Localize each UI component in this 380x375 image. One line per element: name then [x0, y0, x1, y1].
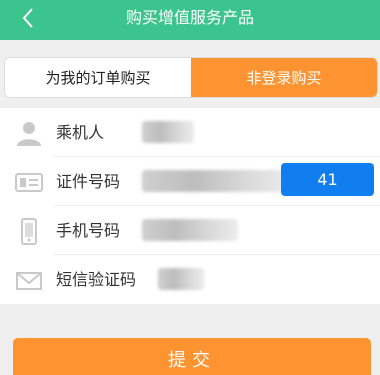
passenger-row[interactable]: 乘机人: [0, 108, 380, 157]
phone-label: 手机号码: [56, 221, 121, 240]
submit-button[interactable]: 提交: [13, 338, 371, 375]
id-number-label: 证件号码: [56, 172, 121, 191]
phone-row[interactable]: 手机号码: [0, 206, 380, 255]
id-number-value-redacted[interactable]: [142, 170, 290, 192]
purchase-form: 乘机人 证件号码 手机号码 短信验证码: [0, 108, 380, 304]
purchase-mode-tabs: 为我的订单购买 非登录购买: [4, 57, 378, 98]
passenger-value-redacted[interactable]: [142, 121, 194, 143]
phone-value-redacted[interactable]: [142, 219, 238, 241]
page-title: 购买增值服务产品: [125, 8, 254, 27]
envelope-icon: [16, 272, 42, 290]
passenger-label: 乘机人: [56, 123, 105, 142]
tab-buy-without-login[interactable]: 非登录购买: [191, 58, 377, 97]
sms-code-value-redacted[interactable]: [158, 268, 204, 290]
top-bar: 购买增值服务产品: [0, 0, 380, 40]
mobile-phone-icon: [21, 218, 37, 245]
sms-code-row[interactable]: 短信验证码: [0, 255, 380, 304]
sms-code-label: 短信验证码: [56, 270, 137, 289]
person-icon: [17, 122, 41, 146]
get-sms-code-button[interactable]: 41: [281, 163, 374, 196]
id-card-icon: [15, 173, 43, 192]
tab-buy-for-my-order[interactable]: 为我的订单购买: [5, 58, 191, 97]
